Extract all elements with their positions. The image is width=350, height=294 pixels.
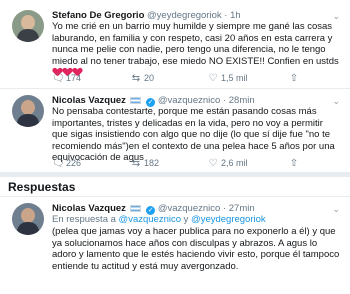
mention-link[interactable]: @vazqueznico: [119, 214, 181, 225]
reply-count: 226: [66, 158, 82, 168]
like-button[interactable]: ♡ 2,6 mil: [207, 157, 248, 169]
avatar[interactable]: [12, 95, 44, 127]
heart-icon: ♡: [208, 73, 218, 84]
like-button[interactable]: ♡ 1,5 mil: [207, 72, 248, 84]
separator: ·: [224, 10, 228, 21]
divider: [0, 196, 350, 197]
tweet-actions: 🗨226 ⇆ 182 ♡ 2,6 mil ⇧: [52, 157, 342, 169]
tweet-text: Yo me crié en un barrio muy humilde y si…: [52, 21, 340, 79]
reply-icon: 🗨: [52, 158, 65, 169]
author-name[interactable]: Nicolas Vazquez: [52, 203, 126, 214]
reply-icon: 🗨: [52, 73, 65, 84]
retweet-count: 182: [144, 158, 160, 168]
tweet-text: No pensaba contestarte, porque me están …: [52, 106, 335, 164]
tweet-stefano[interactable]: Stefano De Gregorio @yeydegregoriok · 1h…: [0, 10, 350, 85]
reply-count: 174: [66, 73, 82, 83]
tweet-nicolas-main[interactable]: Nicolas Vazquez ✓ @vazqueznico · 28min ⌄…: [0, 95, 350, 170]
author-name[interactable]: Stefano De Gregorio: [52, 10, 144, 21]
share-button[interactable]: ⇧: [288, 157, 300, 169]
divider: [0, 88, 350, 89]
tweet-nicolas-reply[interactable]: Nicolas Vazquez ✓ @vazqueznico · 27min ⌄…: [0, 203, 350, 294]
reply-joiner: y: [183, 214, 189, 225]
author-handle[interactable]: @yeydegregoriok: [147, 10, 222, 21]
tweet-body: Yo me crié en un barrio muy humilde y si…: [52, 21, 339, 67]
reply-button[interactable]: 🗨174: [52, 72, 81, 84]
chevron-down-icon[interactable]: ⌄: [332, 203, 340, 215]
argentina-flag-icon: [129, 205, 141, 212]
tweet-text: (pelea que jamas voy a hacer publica par…: [52, 226, 340, 272]
reply-prefix: En respuesta a: [52, 214, 116, 225]
retweet-button[interactable]: ⇆ 182: [130, 157, 159, 169]
like-count: 1,5 mil: [221, 73, 248, 83]
retweet-count: 20: [144, 73, 155, 83]
share-icon: ⇧: [289, 158, 299, 169]
author-handle[interactable]: @vazqueznico: [158, 203, 220, 214]
share-icon: ⇧: [289, 73, 299, 84]
argentina-flag-icon: [129, 97, 141, 104]
author-name[interactable]: Nicolas Vazquez: [52, 95, 126, 106]
tweet-actions: 🗨174 ⇆ 20 ♡ 1,5 mil ⇧: [52, 72, 342, 84]
retweet-button[interactable]: ⇆ 20: [130, 72, 154, 84]
timestamp[interactable]: 1h: [230, 10, 241, 21]
heart-icon: ♡: [208, 158, 218, 169]
avatar[interactable]: [12, 203, 44, 235]
separator: ·: [222, 203, 227, 214]
share-button[interactable]: ⇧: [288, 72, 300, 84]
timestamp[interactable]: 27min: [229, 203, 255, 214]
separator: ·: [222, 95, 227, 106]
mention-link[interactable]: @yeydegregoriok: [191, 214, 266, 225]
avatar[interactable]: [12, 10, 44, 42]
retweet-icon: ⇆: [131, 158, 141, 169]
section-title: Respuestas: [8, 180, 76, 194]
reply-context: En respuesta a @vazqueznico y @yeydegreg…: [52, 214, 266, 226]
retweet-icon: ⇆: [131, 73, 141, 84]
timestamp[interactable]: 28min: [229, 95, 255, 106]
reply-button[interactable]: 🗨226: [52, 157, 81, 169]
like-count: 2,6 mil: [221, 158, 248, 168]
author-handle[interactable]: @vazqueznico: [158, 95, 220, 106]
